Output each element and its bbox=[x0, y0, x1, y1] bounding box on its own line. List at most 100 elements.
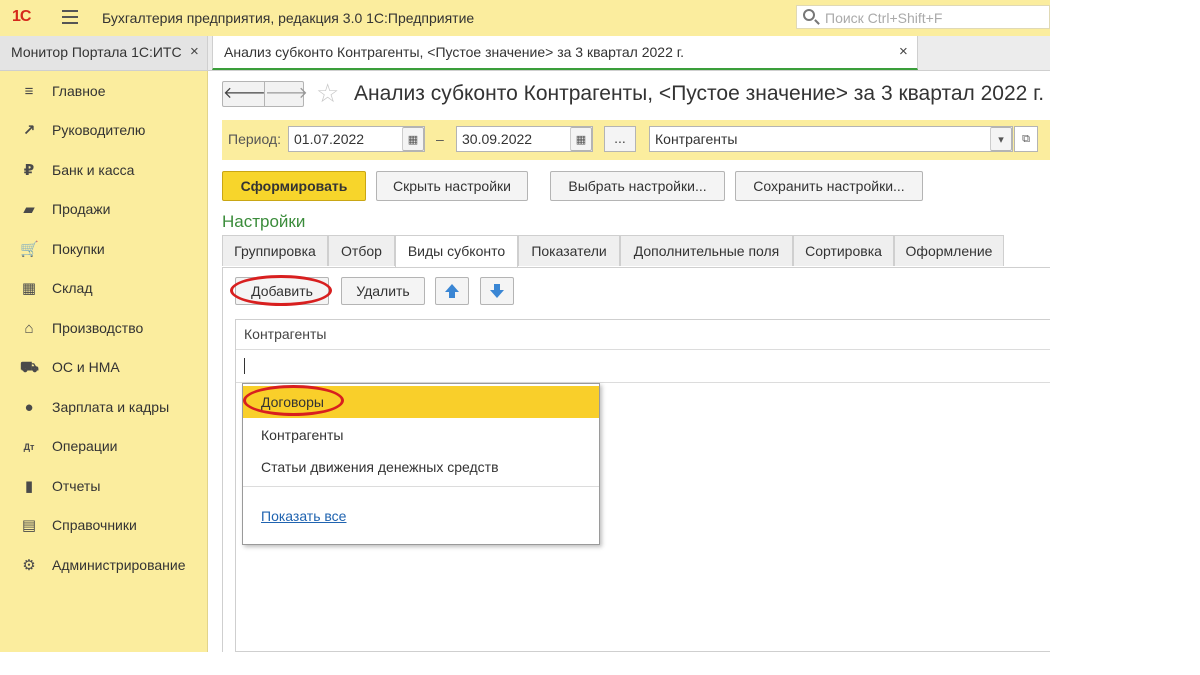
sidebar-item-main[interactable]: ≡ Главное bbox=[0, 77, 207, 107]
grid-header-label: Контрагенты bbox=[244, 326, 327, 342]
ruble-icon: ₽ bbox=[23, 162, 35, 179]
sidebar-item-label: Отчеты bbox=[52, 478, 101, 494]
tab-strip: Монитор Портала 1С:ИТС × Анализ субконто… bbox=[0, 36, 1050, 71]
tab-formatting[interactable]: Оформление bbox=[894, 235, 1004, 266]
generate-button[interactable]: Сформировать bbox=[222, 171, 366, 201]
add-button[interactable]: Добавить bbox=[235, 277, 329, 305]
sidebar-item-label: Руководителю bbox=[52, 122, 146, 138]
tab-its-monitor[interactable]: Монитор Портала 1С:ИТС × bbox=[0, 36, 208, 70]
sidebar-item-warehouse[interactable]: ▦ Склад bbox=[0, 274, 207, 304]
delete-button[interactable]: Удалить bbox=[341, 277, 425, 305]
period-bar: Период: 01.07.2022 ▦ – 30.09.2022 ▦ ... … bbox=[222, 120, 1050, 160]
subconto-value: Контрагенты bbox=[655, 131, 738, 147]
dropdown-item-counterparties[interactable]: Контрагенты bbox=[243, 419, 599, 451]
sidebar-item-label: Справочники bbox=[52, 517, 137, 533]
warehouse-icon: ▦ bbox=[21, 280, 37, 297]
sidebar-item-label: ОС и НМА bbox=[52, 359, 120, 375]
person-icon: ● bbox=[24, 399, 34, 416]
list-icon: ≡ bbox=[24, 83, 34, 100]
sidebar-item-label: Производство bbox=[52, 320, 144, 336]
period-label: Период: bbox=[228, 131, 281, 147]
subconto-field[interactable]: Контрагенты ▾ bbox=[649, 126, 1013, 152]
tab-additional-fields[interactable]: Дополнительные поля bbox=[620, 235, 793, 266]
settings-title: Настройки bbox=[222, 212, 306, 231]
main-content: 🡐 🡒 ☆ Анализ субконто Контрагенты, <Пуст… bbox=[208, 71, 1050, 652]
debit-credit-icon: Дт bbox=[23, 442, 35, 452]
sidebar-item-fixed-assets[interactable]: ⛟ ОС и НМА bbox=[0, 353, 207, 383]
search-icon bbox=[803, 9, 815, 21]
grid-header: Контрагенты bbox=[236, 320, 1050, 350]
sidebar-item-label: Покупки bbox=[52, 241, 105, 257]
date-from-value: 01.07.2022 bbox=[294, 131, 365, 147]
sidebar-item-salary[interactable]: ● Зарплата и кадры bbox=[0, 393, 207, 423]
tab-indicators[interactable]: Показатели bbox=[518, 235, 620, 266]
text-caret bbox=[244, 358, 245, 374]
period-dash: – bbox=[436, 131, 444, 147]
sidebar-item-production[interactable]: ⌂ Производство bbox=[0, 314, 207, 344]
dropdown-item-contracts[interactable]: Договоры bbox=[243, 386, 599, 418]
dropdown-item-cashflow-items[interactable]: Статьи движения денежных средств bbox=[243, 451, 599, 483]
date-from-field[interactable]: 01.07.2022 ▦ bbox=[288, 126, 425, 152]
sidebar-item-bank[interactable]: ₽ Банк и касса bbox=[0, 156, 207, 186]
trend-icon: ↗ bbox=[22, 122, 36, 139]
tab-label: Монитор Портала 1С:ИТС bbox=[11, 44, 182, 60]
tab-subconto-types[interactable]: Виды субконто bbox=[395, 235, 518, 267]
sidebar-item-label: Банк и касса bbox=[52, 162, 135, 178]
truck-icon: ⛟ bbox=[20, 359, 39, 376]
show-all-link[interactable]: Показать все bbox=[261, 508, 346, 524]
sidebar: ≡ Главное ↗ Руководителю ₽ Банк и касса … bbox=[0, 71, 208, 652]
hide-settings-button[interactable]: Скрыть настройки bbox=[376, 171, 528, 201]
tab-sorting[interactable]: Сортировка bbox=[793, 235, 894, 266]
tab-subconto-analysis[interactable]: Анализ субконто Контрагенты, <Пустое зна… bbox=[212, 36, 918, 70]
close-icon[interactable]: × bbox=[190, 36, 199, 68]
1c-logo-icon: 1С bbox=[12, 8, 31, 25]
factory-icon: ⌂ bbox=[24, 320, 34, 337]
cart-icon: 🛒 bbox=[20, 241, 39, 258]
sidebar-item-label: Главное bbox=[52, 83, 106, 99]
menu-icon[interactable] bbox=[62, 10, 78, 24]
search-box[interactable] bbox=[796, 5, 1050, 29]
app-title: Бухгалтерия предприятия, редакция 3.0 1С… bbox=[102, 10, 475, 26]
book-icon: ▤ bbox=[21, 517, 37, 534]
sidebar-item-manager[interactable]: ↗ Руководителю bbox=[0, 116, 207, 146]
sidebar-item-catalogs[interactable]: ▤ Справочники bbox=[0, 511, 207, 541]
nav-buttons: 🡐 🡒 bbox=[222, 81, 308, 107]
sidebar-item-label: Продажи bbox=[52, 201, 111, 217]
move-down-icon[interactable] bbox=[480, 277, 514, 305]
close-icon[interactable]: × bbox=[899, 36, 908, 68]
sidebar-item-label: Зарплата и кадры bbox=[52, 399, 170, 415]
tab-filter[interactable]: Отбор bbox=[328, 235, 395, 266]
back-arrow-icon[interactable]: 🡐 bbox=[223, 82, 266, 106]
calendar-icon[interactable]: ▦ bbox=[570, 127, 592, 151]
dropdown-separator bbox=[243, 486, 599, 487]
favorite-star-icon[interactable]: ☆ bbox=[316, 79, 339, 107]
tab-grouping[interactable]: Группировка bbox=[222, 235, 328, 266]
search-input[interactable] bbox=[823, 9, 1047, 27]
sidebar-item-reports[interactable]: ▮ Отчеты bbox=[0, 472, 207, 502]
choose-settings-button[interactable]: Выбрать настройки... bbox=[550, 171, 725, 201]
bag-icon: ▰ bbox=[23, 201, 35, 218]
sidebar-item-label: Администрирование bbox=[52, 557, 186, 573]
gear-icon: ⚙ bbox=[22, 557, 36, 574]
subconto-dropdown: Договоры Контрагенты Статьи движения ден… bbox=[242, 383, 600, 545]
date-to-field[interactable]: 30.09.2022 ▦ bbox=[456, 126, 593, 152]
open-icon[interactable]: ⧉ bbox=[1014, 126, 1038, 152]
sidebar-item-operations[interactable]: Дт Операции bbox=[0, 432, 207, 462]
title-bar: 1С Бухгалтерия предприятия, редакция 3.0… bbox=[0, 0, 1050, 36]
period-select-button[interactable]: ... bbox=[604, 126, 636, 152]
date-to-value: 30.09.2022 bbox=[462, 131, 533, 147]
page-title: Анализ субконто Контрагенты, <Пустое зна… bbox=[354, 82, 1045, 105]
grid-edit-row[interactable] bbox=[236, 350, 1050, 383]
tab-label: Анализ субконто Контрагенты, <Пустое зна… bbox=[224, 44, 685, 60]
sidebar-item-administration[interactable]: ⚙ Администрирование bbox=[0, 551, 207, 581]
bar-chart-icon: ▮ bbox=[24, 478, 34, 495]
sidebar-item-label: Операции bbox=[52, 438, 118, 454]
move-up-icon[interactable] bbox=[435, 277, 469, 305]
chevron-down-icon[interactable]: ▾ bbox=[990, 127, 1012, 151]
forward-arrow-icon[interactable]: 🡒 bbox=[264, 82, 308, 106]
sidebar-item-sales[interactable]: ▰ Продажи bbox=[0, 195, 207, 225]
settings-tabs: Группировка Отбор Виды субконто Показате… bbox=[222, 235, 1050, 268]
save-settings-button[interactable]: Сохранить настройки... bbox=[735, 171, 923, 201]
calendar-icon[interactable]: ▦ bbox=[402, 127, 424, 151]
sidebar-item-purchases[interactable]: 🛒 Покупки bbox=[0, 235, 207, 265]
